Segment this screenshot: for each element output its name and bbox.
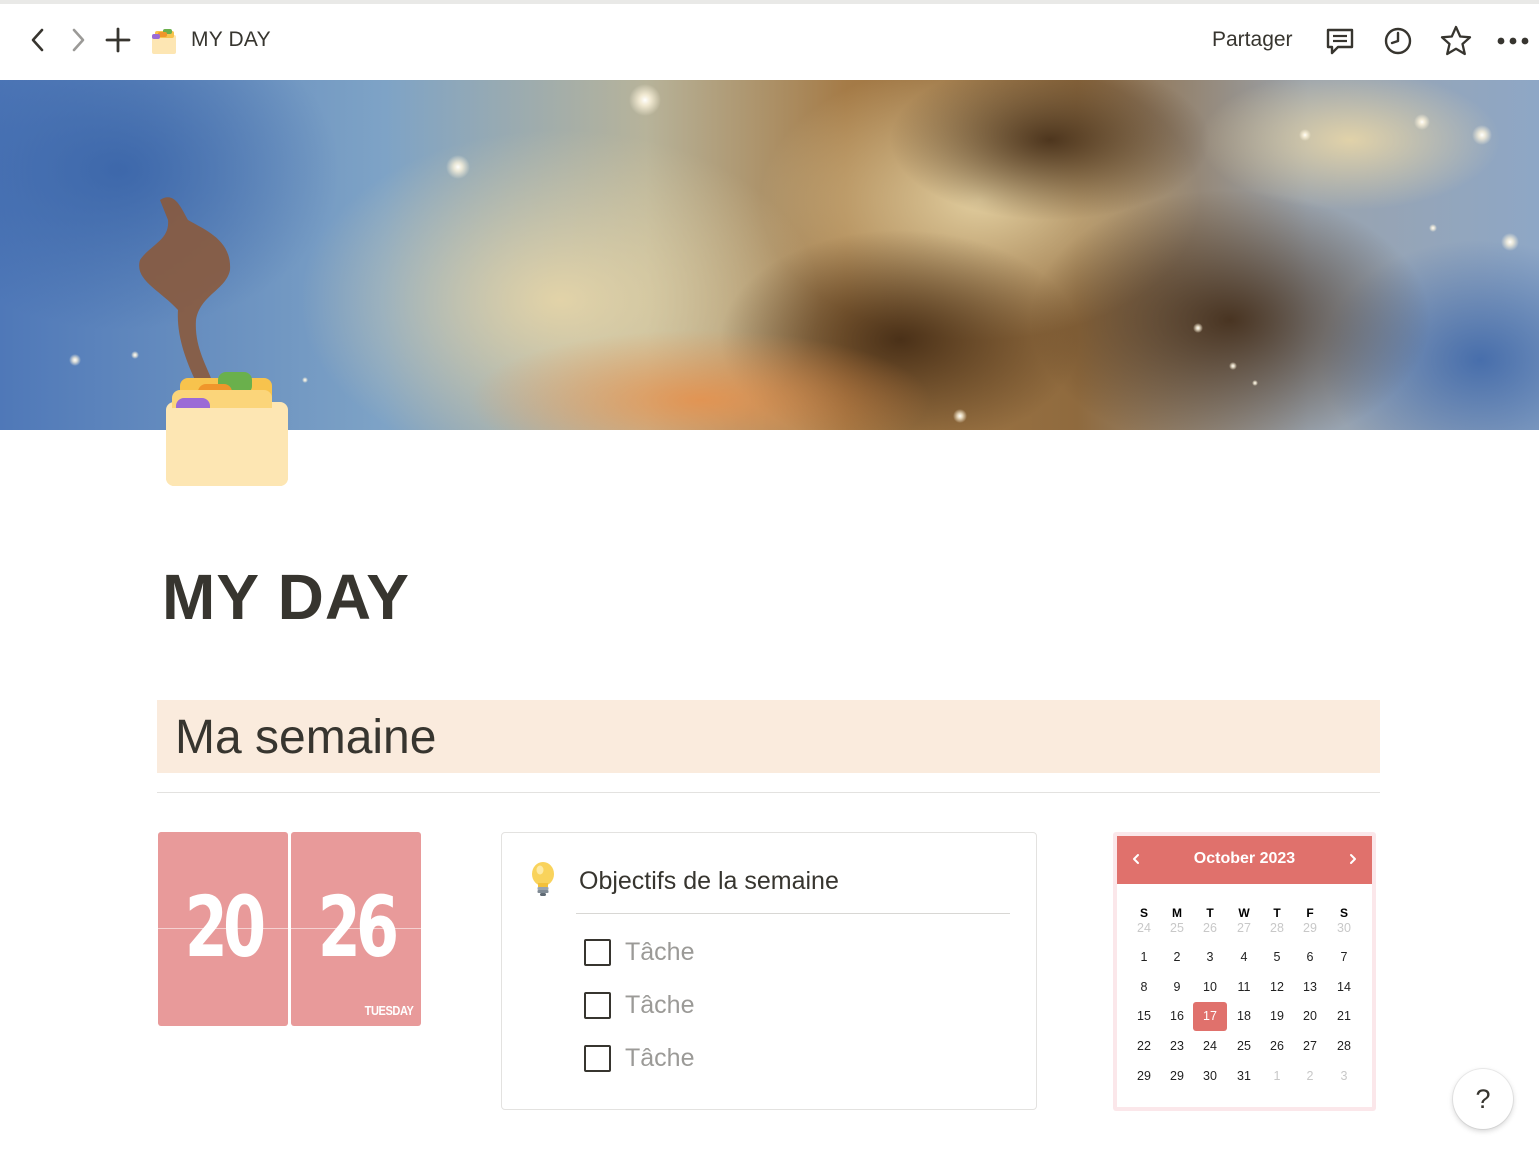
calendar-day[interactable]: 28 — [1327, 1032, 1361, 1061]
calendar-day[interactable]: 30 — [1327, 914, 1361, 943]
calendar-day[interactable]: 6 — [1293, 943, 1327, 972]
calendar-day[interactable]: 11 — [1227, 973, 1261, 1002]
topbar: MY DAY Partager — [0, 4, 1539, 80]
calendar-month-label: October 2023 — [1193, 850, 1296, 867]
section-heading: Ma semaine — [175, 711, 437, 764]
more-icon — [1497, 37, 1529, 45]
updates-button[interactable] — [1381, 24, 1415, 58]
share-button[interactable]: Partager — [1212, 28, 1293, 52]
back-arrow-icon — [31, 28, 44, 52]
section-heading-block[interactable]: Ma semaine — [157, 700, 1380, 773]
clock-day: TUESDAY — [364, 1003, 413, 1018]
more-button[interactable] — [1496, 24, 1530, 58]
calendar-day[interactable]: 13 — [1293, 973, 1327, 1002]
calendar-day[interactable]: 5 — [1260, 943, 1294, 972]
objectives-callout: Objectifs de la semaine Tâche Tâche Tâch… — [501, 832, 1037, 1110]
clock-hours: 20 — [184, 878, 266, 976]
todo-item[interactable]: Tâche — [584, 1041, 694, 1075]
help-button[interactable]: ? — [1453, 1069, 1513, 1129]
calendar-day[interactable]: 16 — [1160, 1002, 1194, 1031]
calendar-day[interactable]: 9 — [1160, 973, 1194, 1002]
forward-arrow-icon — [72, 28, 85, 52]
todo-label[interactable]: Tâche — [625, 991, 694, 1020]
calendar-day[interactable]: 3 — [1327, 1062, 1361, 1091]
calendar-day[interactable]: 20 — [1293, 1002, 1327, 1031]
card-index-folder-icon — [152, 29, 176, 54]
calendar: October 2023 S M T W T F S 24 25 26 27 28 29 30 1 2 3 4 5 6… — [1117, 836, 1372, 1107]
clock-history-icon — [1384, 27, 1412, 55]
calendar-day[interactable]: 29 — [1160, 1062, 1194, 1091]
back-button[interactable] — [20, 22, 56, 58]
clock-minutes: 26 — [317, 878, 399, 976]
calendar-day[interactable]: 19 — [1260, 1002, 1294, 1031]
calendar-day[interactable]: 25 — [1227, 1032, 1261, 1061]
todo-item[interactable]: Tâche — [584, 988, 694, 1022]
calendar-day[interactable]: 2 — [1293, 1062, 1327, 1091]
calendar-day[interactable]: 28 — [1260, 914, 1294, 943]
calendar-day[interactable]: 24 — [1193, 1032, 1227, 1061]
todo-checkbox[interactable] — [584, 938, 611, 966]
next-month-button[interactable] — [1342, 848, 1364, 870]
calendar-day[interactable]: 15 — [1127, 1002, 1161, 1031]
todo-item[interactable]: Tâche — [584, 935, 694, 969]
comment-icon — [1326, 28, 1354, 55]
calendar-day[interactable]: 7 — [1327, 943, 1361, 972]
new-page-button[interactable] — [100, 22, 136, 58]
clock-fold-line — [158, 928, 288, 929]
calendar-day[interactable]: 24 — [1127, 914, 1161, 943]
calendar-day[interactable]: 26 — [1193, 914, 1227, 943]
calendar-day[interactable]: 27 — [1227, 914, 1261, 943]
calendar-day[interactable]: 2 — [1160, 943, 1194, 972]
calendar-day[interactable]: 27 — [1293, 1032, 1327, 1061]
objectives-divider — [576, 913, 1010, 914]
forward-button[interactable] — [60, 22, 96, 58]
card-index-folder-icon[interactable] — [162, 368, 292, 490]
calendar-day[interactable]: 8 — [1127, 973, 1161, 1002]
light-bulb-icon[interactable] — [528, 861, 558, 897]
calendar-day[interactable]: 1 — [1260, 1062, 1294, 1091]
calendar-day[interactable]: 22 — [1127, 1032, 1161, 1061]
todo-checkbox[interactable] — [584, 991, 611, 1019]
calendar-day[interactable]: 31 — [1227, 1062, 1261, 1091]
calendar-day[interactable]: 29 — [1293, 914, 1327, 943]
clock-fold-line — [291, 928, 421, 929]
todo-label[interactable]: Tâche — [625, 1044, 694, 1073]
todo-checkbox[interactable] — [584, 1044, 611, 1072]
flip-clock-minutes: 26 TUESDAY — [291, 832, 421, 1026]
divider — [157, 792, 1380, 793]
calendar-day[interactable]: 12 — [1260, 973, 1294, 1002]
chevron-right-icon — [1350, 854, 1356, 864]
calendar-day[interactable]: 21 — [1327, 1002, 1361, 1031]
calendar-day[interactable]: 10 — [1193, 973, 1227, 1002]
objectives-title[interactable]: Objectifs de la semaine — [579, 867, 839, 896]
calendar-day[interactable]: 4 — [1227, 943, 1261, 972]
todo-label[interactable]: Tâche — [625, 938, 694, 967]
calendar-day[interactable]: 18 — [1227, 1002, 1261, 1031]
favorite-button[interactable] — [1439, 24, 1473, 58]
comments-button[interactable] — [1323, 24, 1357, 58]
flip-clock-hours: 20 — [158, 832, 288, 1026]
page-title[interactable]: MY DAY — [162, 560, 410, 634]
plus-icon — [105, 27, 131, 53]
calendar-day[interactable]: 29 — [1127, 1062, 1161, 1091]
calendar-day[interactable]: 30 — [1193, 1062, 1227, 1091]
calendar-day[interactable]: 3 — [1193, 943, 1227, 972]
breadcrumb-title[interactable]: MY DAY — [191, 28, 271, 52]
calendar-day[interactable]: 1 — [1127, 943, 1161, 972]
calendar-day[interactable]: 17 — [1193, 1002, 1227, 1031]
calendar-widget: October 2023 S M T W T F S 24 25 26 27 28 29 30 1 2 3 4 5 6… — [1113, 832, 1376, 1111]
calendar-day[interactable]: 23 — [1160, 1032, 1194, 1061]
calendar-day[interactable]: 26 — [1260, 1032, 1294, 1061]
star-icon — [1440, 25, 1472, 56]
calendar-day[interactable]: 14 — [1327, 973, 1361, 1002]
calendar-day[interactable]: 25 — [1160, 914, 1194, 943]
calendar-header: October 2023 — [1117, 836, 1372, 884]
